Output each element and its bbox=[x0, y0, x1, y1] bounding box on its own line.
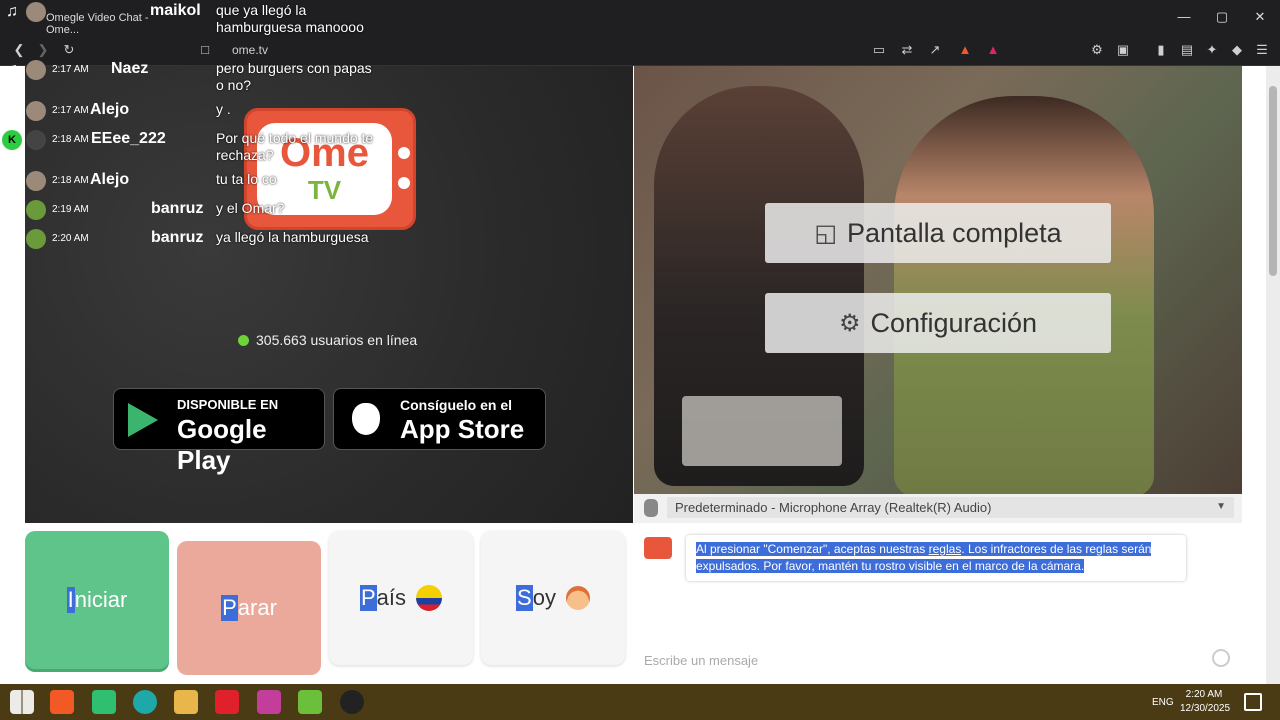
apple-icon bbox=[352, 403, 380, 435]
system-message-text-1: Al presionar "Comenzar", aceptas nuestra… bbox=[696, 542, 929, 556]
tiktok-icon: ♫ bbox=[6, 102, 18, 119]
avatar bbox=[26, 130, 46, 150]
share-icon[interactable]: ↗ bbox=[926, 41, 944, 59]
stop-button[interactable]: Parar bbox=[177, 541, 321, 675]
app-purple-taskbar-icon[interactable] bbox=[257, 690, 281, 714]
maximize-button[interactable]: ▢ bbox=[1204, 6, 1240, 28]
start-button[interactable]: Iniciar bbox=[25, 531, 169, 669]
edge-taskbar-icon[interactable] bbox=[133, 690, 157, 714]
brave-shield-icon[interactable]: ▲ bbox=[956, 41, 974, 59]
mic-row: Predeterminado - Microphone Array (Realt… bbox=[634, 494, 1242, 523]
tiktok-icon: ♫ bbox=[6, 61, 18, 78]
fullscreen-icon: ◱ bbox=[814, 219, 838, 247]
settings-label: Configuración bbox=[870, 307, 1038, 338]
windows-taskbar: ENG 2:20 AM 12/30/2025 bbox=[0, 684, 1280, 720]
settings-button[interactable]: ⚙ Configuración bbox=[765, 293, 1111, 353]
avatar bbox=[26, 171, 46, 191]
tiktok-icon: ♫ bbox=[6, 230, 18, 247]
google-play-small: DISPONIBLE EN bbox=[177, 397, 279, 412]
emoji-icon[interactable] bbox=[1212, 649, 1230, 667]
k-badge-icon: K bbox=[2, 130, 22, 150]
chat-area: Al presionar "Comenzar", aceptas nuestra… bbox=[634, 523, 1242, 684]
avatar bbox=[26, 101, 46, 121]
wallet-icon[interactable]: ▤ bbox=[1178, 41, 1196, 59]
clock-date[interactable]: 12/30/2025 bbox=[1180, 703, 1230, 714]
sidebar-icon[interactable]: ▮ bbox=[1152, 41, 1170, 59]
page-scrollbar[interactable] bbox=[1266, 66, 1280, 684]
avatar bbox=[26, 2, 46, 22]
google-play-icon bbox=[128, 403, 158, 437]
chat-row: ♫ 2:17 AM Alejo y . bbox=[0, 101, 420, 123]
rules-link[interactable]: reglas bbox=[928, 542, 962, 556]
leo-icon[interactable]: ✦ bbox=[1203, 41, 1221, 59]
screenshot-icon[interactable]: ▣ bbox=[1114, 41, 1132, 59]
boy-avatar-icon bbox=[565, 586, 590, 610]
online-count-text: 305.663 usuarios en línea bbox=[256, 332, 418, 348]
brave-taskbar-icon[interactable] bbox=[50, 690, 74, 714]
tiktok-icon: ♫ bbox=[6, 3, 18, 20]
translate-icon[interactable]: ⇄ bbox=[898, 41, 916, 59]
tiktok-chat-overlay: ♫ maikol que ya llegó la hamburguesa man… bbox=[0, 0, 420, 270]
chat-row: ♫ 2:19 AM banruz y el Omar? bbox=[0, 200, 420, 222]
tiktok-icon: ♫ bbox=[6, 201, 18, 218]
google-play-button[interactable]: DISPONIBLE EN Google Play bbox=[113, 388, 325, 475]
fullscreen-button[interactable]: ◱ Pantalla completa bbox=[765, 203, 1111, 263]
ome-tv-small-logo-icon bbox=[644, 537, 672, 559]
online-count: 305.663 usuarios en línea bbox=[238, 332, 417, 348]
vpn-icon[interactable]: ◆ bbox=[1228, 41, 1246, 59]
chat-message-input[interactable]: Escribe un mensaje bbox=[644, 653, 1204, 668]
chat-row: ♫ 2:18 AM Alejo tu ta lo co bbox=[0, 171, 420, 193]
online-dot-icon bbox=[238, 334, 249, 346]
close-button[interactable]: ✕ bbox=[1242, 6, 1278, 28]
app-green-taskbar-icon[interactable] bbox=[298, 690, 322, 714]
minimize-button[interactable]: — bbox=[1166, 6, 1202, 28]
folder-taskbar-icon[interactable] bbox=[174, 690, 198, 714]
scroll-thumb[interactable] bbox=[1269, 86, 1277, 276]
chevron-down-icon: ▼ bbox=[1216, 501, 1226, 512]
microphone-select-value: Predeterminado - Microphone Array (Realt… bbox=[675, 500, 992, 515]
windows-start-icon[interactable] bbox=[10, 690, 34, 714]
notifications-icon[interactable] bbox=[1244, 693, 1262, 711]
clock-time[interactable]: 2:20 AM bbox=[1180, 689, 1228, 700]
tiktok-icon: ♫ bbox=[6, 172, 18, 189]
colombia-flag-icon bbox=[416, 585, 443, 611]
sync-taskbar-icon[interactable] bbox=[92, 690, 116, 714]
app-store-big: App Store bbox=[400, 414, 525, 444]
microphone-select[interactable]: Predeterminado - Microphone Array (Realt… bbox=[667, 497, 1234, 518]
cast-icon[interactable]: ▭ bbox=[870, 41, 888, 59]
app-store-button[interactable]: Consíguelo en el App Store bbox=[333, 388, 546, 450]
partner-video: ◱ Pantalla completa ⚙ Configuración bbox=[634, 66, 1242, 494]
obs-taskbar-icon[interactable] bbox=[340, 690, 364, 714]
rewards-icon[interactable]: ▲ bbox=[984, 41, 1002, 59]
google-play-big: Google Play bbox=[177, 414, 267, 475]
fullscreen-label: Pantalla completa bbox=[847, 217, 1062, 248]
gear-icon: ⚙ bbox=[838, 309, 861, 337]
avatar bbox=[26, 229, 46, 249]
app-red-taskbar-icon[interactable] bbox=[215, 690, 239, 714]
avatar bbox=[26, 60, 46, 80]
system-message: Al presionar "Comenzar", aceptas nuestra… bbox=[686, 535, 1186, 581]
chat-row: ♫ 2:17 AM Naez pero burguers con papas o… bbox=[0, 60, 420, 93]
gender-button[interactable]: Soy bbox=[481, 531, 625, 665]
avatar bbox=[26, 200, 46, 220]
country-button[interactable]: País bbox=[329, 531, 473, 665]
chat-row: ♫ 2:20 AM banruz ya llegó la hamburguesa bbox=[0, 229, 420, 251]
chat-row: K 2:18 AM EEee_222 Por qué todo el mundo… bbox=[0, 130, 420, 163]
extensions-icon[interactable]: ⚙ bbox=[1088, 41, 1106, 59]
chat-row: ♫ maikol que ya llegó la hamburguesa man… bbox=[0, 2, 420, 35]
menu-icon[interactable]: ☰ bbox=[1253, 41, 1271, 59]
microphone-icon bbox=[644, 499, 658, 517]
app-store-small: Consíguelo en el bbox=[400, 397, 513, 413]
language-indicator[interactable]: ENG bbox=[1152, 697, 1174, 708]
